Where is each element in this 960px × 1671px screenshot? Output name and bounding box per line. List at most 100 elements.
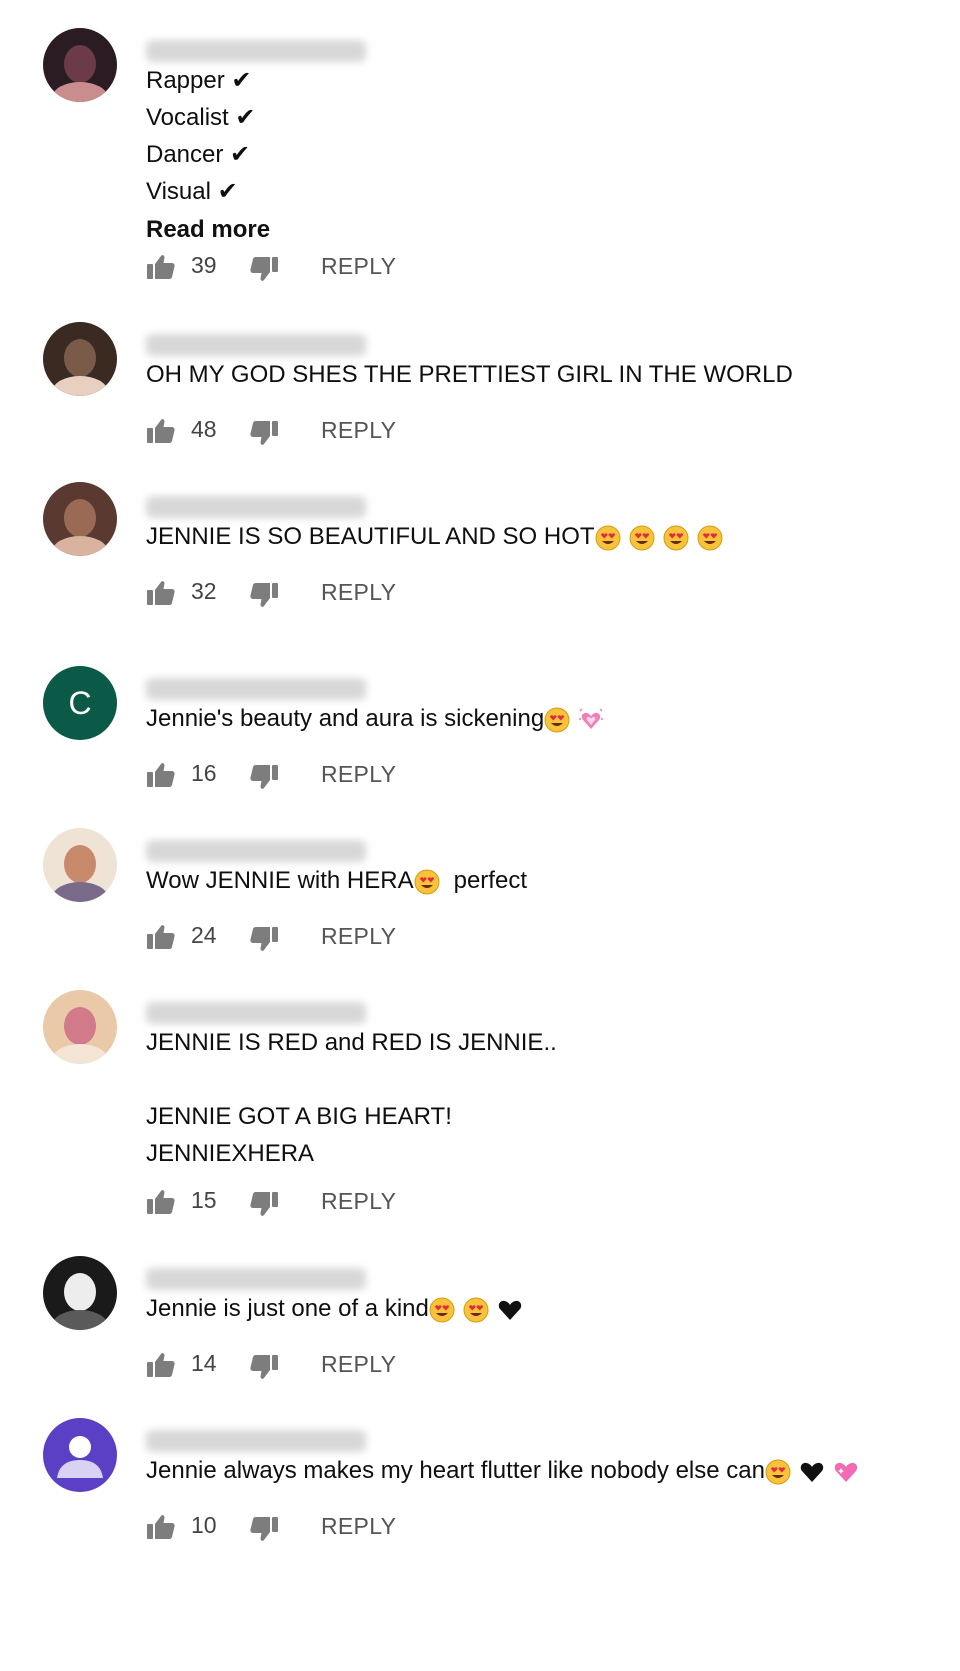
comment-text-line: JENNIE IS RED and RED IS JENNIE..	[146, 1024, 557, 1061]
comment-text-line	[146, 1061, 557, 1098]
avatar[interactable]	[43, 482, 117, 556]
reply-button[interactable]: REPLY	[321, 417, 396, 444]
comment-actions: 24 REPLY	[146, 919, 546, 955]
thumbs-up-icon[interactable]	[146, 1513, 176, 1541]
author-name[interactable]: Viviana Fraire	[146, 334, 366, 356]
comment-text: Wow JENNIE with HERA perfect	[146, 862, 527, 899]
comment-line-text: OH MY GOD SHES THE PRETTIEST GIRL IN THE…	[146, 361, 793, 388]
like-count: 16	[191, 760, 217, 786]
reply-button[interactable]: REPLY	[321, 253, 396, 280]
black-heart-emoji	[799, 1459, 825, 1485]
avatar[interactable]	[43, 28, 117, 102]
heart-eyes-emoji	[595, 525, 621, 551]
heart-eyes-emoji	[429, 1297, 455, 1323]
avatar[interactable]	[43, 322, 117, 396]
avatar[interactable]	[43, 990, 117, 1064]
comment-text: Rapper ✔ Vocalist ✔ Dancer ✔ Visual ✔	[146, 62, 256, 210]
black-heart-emoji	[497, 1297, 523, 1323]
avatar[interactable]: C	[43, 666, 117, 740]
thumbs-up-icon[interactable]	[146, 579, 176, 607]
comment-actions: 48 REPLY	[146, 413, 546, 449]
thumbs-up-icon[interactable]	[146, 1188, 176, 1216]
growing-heart-emoji	[578, 707, 604, 733]
thumbs-up-icon[interactable]	[146, 761, 176, 789]
thumbs-up-icon[interactable]	[146, 417, 176, 445]
reply-button[interactable]: REPLY	[321, 579, 396, 606]
comment-text: Jennie's beauty and aura is sickening	[146, 700, 604, 737]
author-name[interactable]: Limarichi Nabon	[146, 1002, 366, 1024]
comment-line-text: Rapper ✔	[146, 67, 252, 94]
comment-text-line: OH MY GOD SHES THE PRETTIEST GIRL IN THE…	[146, 356, 793, 393]
reply-button[interactable]: REPLY	[321, 1513, 396, 1540]
like-count: 32	[191, 578, 217, 604]
heart-eyes-emoji	[463, 1297, 489, 1323]
heart-eyes-emoji	[697, 525, 723, 551]
avatar-letter: C	[68, 685, 91, 721]
comment-line-text: Visual ✔	[146, 178, 238, 205]
author-name[interactable]: Multifandom beauty	[146, 40, 366, 62]
heart-eyes-emoji	[663, 525, 689, 551]
heart-eyes-emoji	[629, 525, 655, 551]
comment-line-text: Dancer ✔	[146, 141, 251, 168]
thumbs-down-icon[interactable]	[249, 1190, 279, 1218]
author-name[interactable]: Kuma Kim	[146, 1430, 366, 1452]
thumbs-down-icon[interactable]	[249, 419, 279, 447]
comment-text-line: Jennie is just one of a kind	[146, 1290, 523, 1327]
comment-text-line: Vocalist ✔	[146, 99, 256, 136]
reply-button[interactable]: REPLY	[321, 761, 396, 788]
comment-line-text: Jennie's beauty and aura is sickening	[146, 705, 545, 732]
thumbs-up-icon[interactable]	[146, 1351, 176, 1379]
comment-line-text: Jennie is just one of a kind	[146, 1295, 429, 1322]
comments-list: Multifandom beauty Rapper ✔ Vocalist ✔ Danc…	[0, 0, 960, 1671]
thumbs-down-icon[interactable]	[249, 581, 279, 609]
comment-text: Jennie is just one of a kind	[146, 1290, 523, 1327]
comment-line-text: JENNIE IS SO BEAUTIFUL AND SO HOT	[146, 523, 595, 550]
reply-button[interactable]: REPLY	[321, 1188, 396, 1215]
sparkling-heart-emoji	[833, 1459, 859, 1485]
like-count: 24	[191, 922, 217, 948]
comment-text-line: Wow JENNIE with HERA perfect	[146, 862, 527, 899]
heart-eyes-emoji	[414, 869, 440, 895]
like-count: 10	[191, 1512, 217, 1538]
reply-button[interactable]: REPLY	[321, 923, 396, 950]
read-more-link[interactable]: Read more	[146, 216, 270, 244]
thumbs-down-icon[interactable]	[249, 925, 279, 953]
like-count: 48	[191, 416, 217, 442]
avatar[interactable]	[43, 828, 117, 902]
author-name[interactable]: Claudia Torres Castillo	[146, 678, 366, 700]
avatar[interactable]	[43, 1256, 117, 1330]
comment-text: JENNIE IS SO BEAUTIFUL AND SO HOT	[146, 518, 723, 555]
like-count: 39	[191, 252, 217, 278]
comment-text-suffix: perfect	[453, 867, 527, 894]
comment-actions: 39 REPLY	[146, 249, 546, 285]
comment-line-text: JENNIE GOT A BIG HEART!	[146, 1103, 452, 1130]
comment-text: Jennie always makes my heart flutter lik…	[146, 1452, 859, 1489]
author-name[interactable]: salins de ocampo	[146, 496, 366, 518]
comment-line-text: Wow JENNIE with HERA	[146, 867, 414, 894]
heart-eyes-emoji	[544, 707, 570, 733]
comment-actions: 16 REPLY	[146, 757, 546, 793]
comment-text-line: JENNIEXHERA	[146, 1135, 557, 1172]
avatar[interactable]	[43, 1418, 117, 1492]
heart-eyes-emoji	[765, 1459, 791, 1485]
like-count: 14	[191, 1350, 217, 1376]
comment-line-text: JENNIEXHERA	[146, 1140, 315, 1167]
thumbs-down-icon[interactable]	[249, 763, 279, 791]
thumbs-down-icon[interactable]	[249, 1515, 279, 1543]
thumbs-up-icon[interactable]	[146, 253, 176, 281]
comment-actions: 15 REPLY	[146, 1184, 546, 1220]
author-name[interactable]: Paola Min	[146, 840, 366, 862]
author-name[interactable]: Chatmas Hermans	[146, 1268, 366, 1290]
thumbs-down-icon[interactable]	[249, 1353, 279, 1381]
thumbs-down-icon[interactable]	[249, 255, 279, 283]
comment-text: JENNIE IS RED and RED IS JENNIE.. JENNIE …	[146, 1024, 557, 1172]
comment-line-text: Vocalist ✔	[146, 104, 256, 131]
comment-text-line: Rapper ✔	[146, 62, 256, 99]
comment-text-line: Visual ✔	[146, 173, 256, 210]
comment-text-line: JENNIE IS SO BEAUTIFUL AND SO HOT	[146, 518, 723, 555]
reply-button[interactable]: REPLY	[321, 1351, 396, 1378]
thumbs-up-icon[interactable]	[146, 923, 176, 951]
comment-text-line: Dancer ✔	[146, 136, 256, 173]
like-count: 15	[191, 1187, 217, 1213]
comment-text-line: Jennie's beauty and aura is sickening	[146, 700, 604, 737]
